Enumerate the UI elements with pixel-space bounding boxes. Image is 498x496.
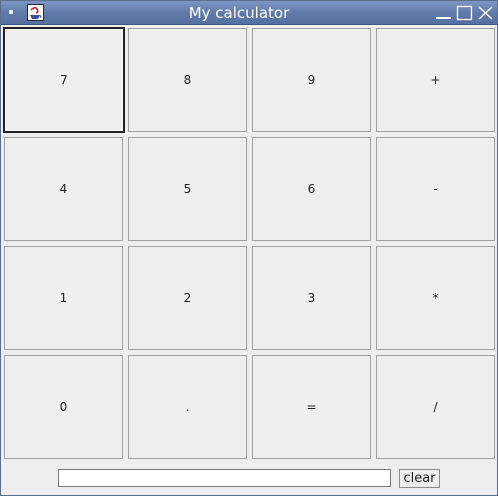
key-9[interactable]: 9 bbox=[252, 28, 371, 132]
key-0[interactable]: 0 bbox=[4, 355, 123, 459]
clear-button[interactable]: clear bbox=[399, 469, 440, 488]
title-bar[interactable]: My calculator bbox=[1, 1, 497, 25]
key-2[interactable]: 2 bbox=[128, 246, 247, 350]
key-3[interactable]: 3 bbox=[252, 246, 371, 350]
key-7[interactable]: 7 bbox=[3, 27, 125, 133]
key-5[interactable]: 5 bbox=[128, 137, 247, 241]
key-decimal[interactable]: . bbox=[128, 355, 247, 459]
key-plus[interactable]: + bbox=[376, 28, 495, 132]
key-multiply[interactable]: * bbox=[376, 246, 495, 350]
key-1[interactable]: 1 bbox=[4, 246, 123, 350]
key-divide[interactable]: / bbox=[376, 355, 495, 459]
calculator-window: My calculator 7 8 9 + 4 5 6 - 1 2 3 * 0 … bbox=[0, 0, 498, 496]
key-minus[interactable]: - bbox=[376, 137, 495, 241]
window-title: My calculator bbox=[188, 4, 290, 22]
close-icon[interactable] bbox=[477, 5, 494, 21]
key-8[interactable]: 8 bbox=[128, 28, 247, 132]
key-4[interactable]: 4 bbox=[4, 137, 123, 241]
keypad: 7 8 9 + 4 5 6 - 1 2 3 * 0 . = / bbox=[3, 27, 496, 461]
maximize-icon[interactable] bbox=[456, 5, 473, 21]
key-6[interactable]: 6 bbox=[252, 137, 371, 241]
minimize-icon[interactable] bbox=[435, 5, 452, 21]
display-field[interactable] bbox=[58, 469, 391, 487]
key-equals[interactable]: = bbox=[252, 355, 371, 459]
